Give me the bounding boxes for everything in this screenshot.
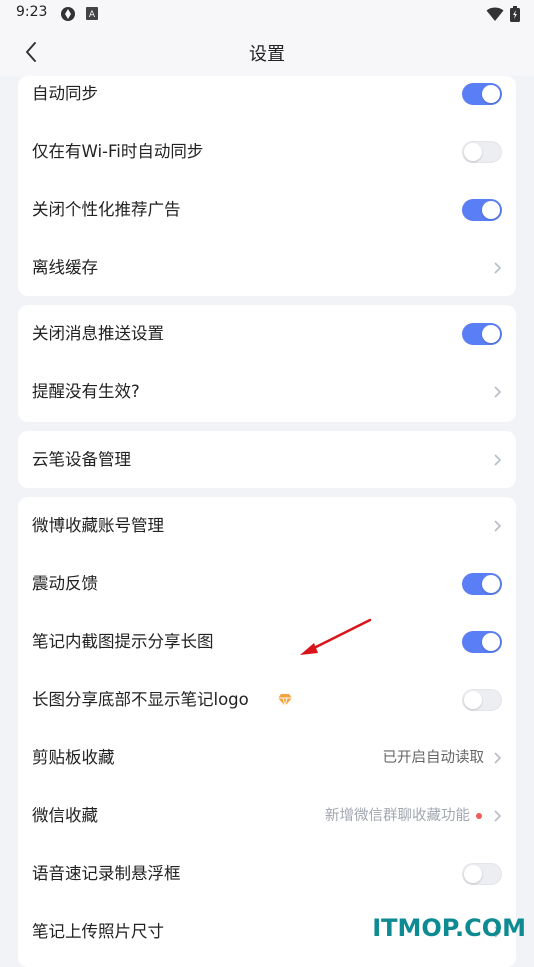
personalized-ads-toggle[interactable] — [462, 199, 502, 221]
settings-row-hide-logo[interactable]: 长图分享底部不显示笔记logo — [18, 671, 516, 729]
settings-row-weibo-accounts[interactable]: 微博收藏账号管理 — [18, 497, 516, 555]
share-long-image-toggle[interactable] — [462, 631, 502, 653]
chevron-right-icon — [494, 810, 502, 822]
settings-card-sync: 自动同步 仅在有Wi-Fi时自动同步 关闭个性化推荐广告 离线缓存 — [18, 76, 516, 296]
row-label: 仅在有Wi-Fi时自动同步 — [32, 142, 204, 161]
row-label: 关闭消息推送设置 — [32, 324, 164, 343]
chevron-right-icon — [494, 454, 502, 466]
settings-row-offline-cache[interactable]: 离线缓存 — [18, 239, 516, 296]
wifi-icon — [486, 7, 504, 21]
clipboard-status-value: 已开启自动读取 — [382, 750, 485, 766]
row-label: 云笔设备管理 — [32, 450, 131, 469]
row-label: 微博收藏账号管理 — [32, 516, 164, 535]
row-label: 笔记内截图提示分享长图 — [32, 632, 214, 651]
row-label: 笔记上传照片尺寸 — [32, 922, 164, 941]
annotation-arrow-icon — [300, 618, 372, 655]
settings-row-push-settings[interactable]: 关闭消息推送设置 — [18, 305, 516, 363]
battery-icon — [510, 6, 520, 22]
auto-sync-toggle[interactable] — [462, 83, 502, 105]
settings-row-wifi-sync[interactable]: 仅在有Wi-Fi时自动同步 — [18, 123, 516, 181]
watermark-logo: ITMOP.COM — [372, 914, 526, 942]
push-settings-toggle[interactable] — [462, 323, 502, 345]
wechat-feature-hint: 新增微信群聊收藏功能 — [325, 808, 470, 824]
status-time: 9:23 — [16, 4, 48, 20]
settings-row-auto-sync[interactable]: 自动同步 — [18, 76, 516, 123]
row-label: 剪贴板收藏 — [32, 748, 115, 767]
row-label: 离线缓存 — [32, 258, 98, 277]
settings-row-voice-float[interactable]: 语音速记录制悬浮框 — [18, 845, 516, 903]
header-bar: 设置 — [0, 28, 534, 76]
new-feature-dot — [476, 813, 482, 819]
settings-row-personalized-ads[interactable]: 关闭个性化推荐广告 — [18, 181, 516, 239]
row-label: 震动反馈 — [32, 574, 98, 593]
row-label: 长图分享底部不显示笔记logo — [32, 690, 249, 709]
settings-row-share-long-image[interactable]: 笔记内截图提示分享长图 — [18, 613, 516, 671]
row-label: 自动同步 — [32, 84, 98, 103]
chevron-right-icon — [494, 386, 502, 398]
row-label: 关闭个性化推荐广告 — [32, 200, 181, 219]
app-notification-icon — [61, 7, 75, 21]
settings-row-reminder-help[interactable]: 提醒没有生效? — [18, 363, 516, 421]
chevron-right-icon — [494, 752, 502, 764]
settings-row-pen-device[interactable]: 云笔设备管理 — [18, 431, 516, 488]
wifi-sync-toggle[interactable] — [462, 141, 502, 163]
settings-card-device: 云笔设备管理 — [18, 431, 516, 488]
vibration-toggle[interactable] — [462, 573, 502, 595]
settings-row-clipboard[interactable]: 剪贴板收藏 已开启自动读取 — [18, 729, 516, 787]
row-label: 提醒没有生效? — [32, 382, 140, 401]
hide-logo-toggle[interactable] — [462, 689, 502, 711]
text-notification-icon: A — [86, 7, 98, 20]
settings-card-general: 微博收藏账号管理 震动反馈 笔记内截图提示分享长图 长图分享底部不显示笔记log… — [18, 497, 516, 967]
chevron-right-icon — [494, 262, 502, 274]
settings-card-push: 关闭消息推送设置 提醒没有生效? — [18, 305, 516, 422]
chevron-right-icon — [494, 520, 502, 532]
svg-text:A: A — [89, 10, 96, 20]
voice-float-toggle[interactable] — [462, 863, 502, 885]
row-label: 语音速记录制悬浮框 — [32, 864, 181, 883]
settings-row-wechat[interactable]: 微信收藏 新增微信群聊收藏功能 — [18, 787, 516, 845]
page-title: 设置 — [249, 44, 285, 65]
vip-diamond-icon — [278, 694, 292, 706]
settings-row-vibration[interactable]: 震动反馈 — [18, 555, 516, 613]
row-label: 微信收藏 — [32, 806, 98, 825]
status-bar: 9:23 A — [0, 0, 534, 28]
